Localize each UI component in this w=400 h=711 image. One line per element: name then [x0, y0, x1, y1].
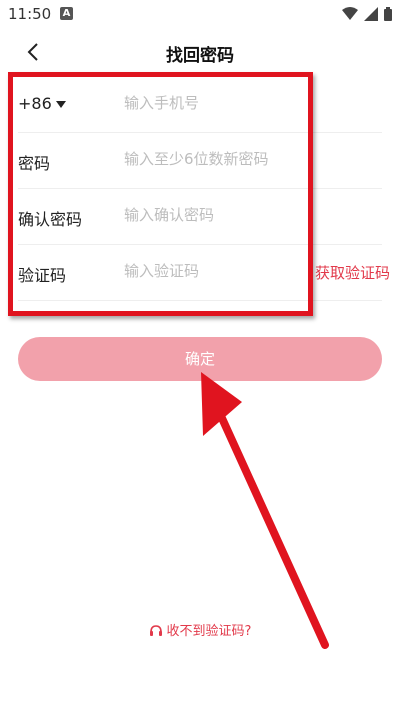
password-input[interactable] [124, 146, 324, 172]
phone-row: +86 [18, 76, 382, 133]
dropdown-triangle-icon [55, 101, 66, 108]
code-input[interactable] [124, 258, 284, 284]
country-code-selector[interactable]: +86 [18, 94, 66, 113]
confirm-button[interactable]: 确定 [18, 337, 382, 381]
headset-icon [149, 625, 162, 636]
wifi-icon [342, 7, 358, 20]
notification-icon: A [60, 7, 73, 20]
help-label: 收不到验证码? [166, 624, 252, 639]
page-title: 找回密码 [166, 46, 234, 66]
country-code-text: +86 [18, 94, 52, 113]
status-icons [342, 7, 392, 21]
get-code-button[interactable]: 获取验证码 [315, 262, 390, 283]
password-row: 密码 [18, 132, 382, 189]
confirm-password-label: 确认密码 [18, 210, 83, 229]
status-bar: 11:50 A [0, 0, 400, 30]
phone-input[interactable] [124, 90, 324, 116]
status-time: 11:50 [8, 5, 52, 23]
signal-icon [364, 7, 378, 21]
confirm-password-row: 确认密码 [18, 188, 382, 245]
code-row: 验证码 获取验证码 [18, 244, 390, 301]
battery-icon [384, 7, 392, 21]
password-label: 密码 [18, 154, 51, 173]
nav-bar: 找回密码 [0, 30, 400, 74]
code-label: 验证码 [18, 266, 67, 285]
confirm-password-input[interactable] [124, 202, 324, 228]
help-link[interactable]: 收不到验证码? [0, 620, 400, 639]
